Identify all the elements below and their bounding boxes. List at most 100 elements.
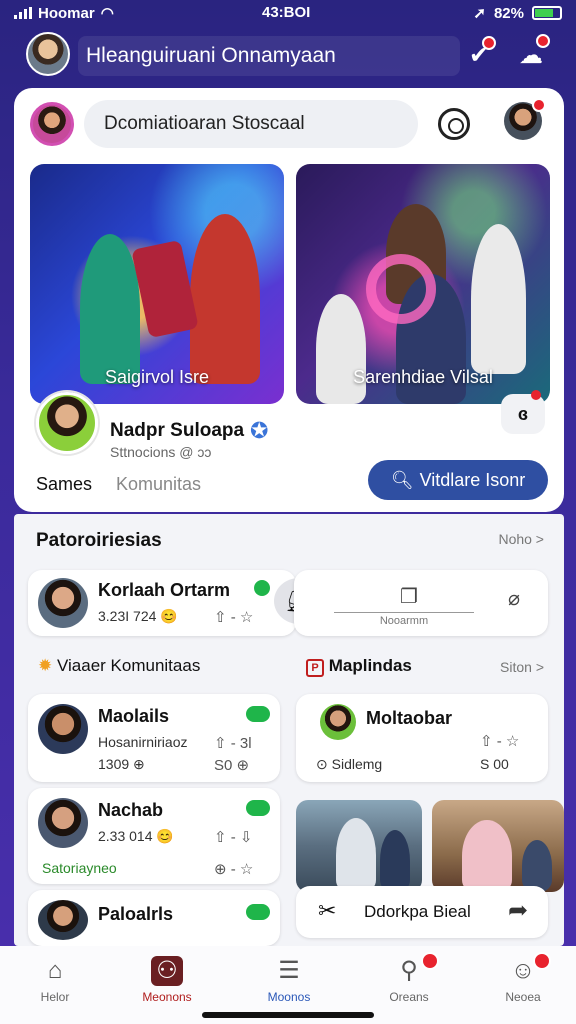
join-button[interactable]: 🔍︎ Vitdlare Isonr: [368, 460, 548, 500]
messages-button[interactable]: ☁: [514, 34, 550, 72]
mapl-heading: P Maplindas: [306, 656, 412, 677]
section-title: Patoroiriesias: [36, 530, 162, 551]
signal-icon: [14, 7, 32, 19]
online-icon: [254, 580, 270, 596]
banner-action-button[interactable]: ɞ: [501, 390, 545, 434]
person-name: Maolails: [98, 706, 170, 726]
avatar: [38, 704, 88, 754]
photo-thumbnail[interactable]: [296, 800, 422, 892]
avatar: [320, 704, 356, 740]
avatar: [38, 578, 88, 628]
notifications-button[interactable]: ✔: [462, 36, 496, 72]
banner-person: [80, 234, 140, 384]
banner-card[interactable]: Sarenhdiae Vilsal: [296, 164, 550, 404]
nav-people[interactable]: ⚲ Oreans: [354, 952, 464, 1004]
main-card: Dcomiatioaran Stoscaal Saigirvol Isre Sa…: [14, 88, 564, 512]
tools-icon: ✂: [318, 898, 337, 923]
notification-badge: [482, 36, 496, 50]
share-label: Ddorkpa Bieal: [364, 902, 471, 921]
photo-person: [462, 820, 512, 892]
community-card[interactable]: Maolails Hosanirniriaoz 1309 ⊕ ⇧ - 3l S0…: [28, 694, 280, 782]
battery-percent: 82%: [493, 4, 524, 22]
wifi-icon: ◠: [100, 5, 114, 22]
header-title[interactable]: Hleanguiruani Onnamyaan: [78, 36, 460, 76]
p-icon: P: [306, 659, 324, 677]
status-pill: [246, 904, 270, 920]
reaction-icons[interactable]: ⇧ - ☆: [480, 732, 519, 750]
profile-avatar[interactable]: [30, 102, 74, 146]
group-avatar[interactable]: [36, 392, 98, 454]
mapl-card[interactable]: Moltaobar ⇧ - ☆ ⊙ Sidlemg S 00: [296, 694, 548, 782]
home-indicator: [202, 1012, 374, 1018]
compass-icon: ⌀: [508, 588, 521, 610]
message-input-card[interactable]: ❐ Nooarmm ⌀: [294, 570, 548, 636]
user-avatar[interactable]: [26, 32, 70, 76]
top-header: Hleanguiruani Onnamyaan ✔ ☁: [0, 32, 576, 78]
community-card[interactable]: Nachab 2.33 014 😊 ⇧ - ⇩ Satoriayneo ⊕ - …: [28, 788, 280, 884]
community-heading: ✹ Viaaer Komunitaas: [38, 656, 201, 675]
nav-documents[interactable]: ☰ Moonos: [234, 956, 344, 1004]
photo-person: [522, 840, 552, 892]
document-icon: ☰: [278, 957, 300, 984]
mapl-more-link[interactable]: Siton >: [500, 659, 544, 675]
reaction-icons[interactable]: ⇧ - 3l: [214, 734, 252, 752]
section-more-link[interactable]: Noho >: [498, 531, 544, 547]
neon-ring-icon: [366, 254, 436, 324]
banner-person: [471, 224, 526, 374]
nav-home[interactable]: ⌂ Helor: [0, 956, 110, 1004]
person-meta: 1309 ⊕: [98, 756, 145, 772]
status-pill: [246, 706, 270, 722]
reaction-icons[interactable]: ⊕ - ☆: [214, 860, 253, 878]
search-icon: 🔍︎: [390, 469, 414, 490]
avatar: [38, 900, 88, 940]
avatar: [38, 798, 88, 848]
person-meta: S 00: [480, 756, 509, 772]
messages-badge: [536, 34, 550, 48]
camera-icon[interactable]: [438, 108, 470, 140]
person-name: Korlaah Ortarm: [98, 580, 231, 600]
banner-badge: [531, 390, 541, 400]
friend-badge: [532, 98, 546, 112]
clock: 43:BOI: [262, 4, 311, 21]
photo-person: [336, 818, 376, 892]
group-subtitle: Sttnocions @ ɔɔ: [110, 444, 212, 460]
carrier-label: Hoomar: [38, 4, 95, 22]
profile-icon: ☺: [507, 952, 551, 986]
featured-person-card[interactable]: Korlaah Ortarm 3.23I 724 😊 ⇧ - ☆: [28, 570, 296, 636]
banner-person: [190, 214, 260, 384]
game-icon: ⚇: [151, 956, 183, 986]
photo-thumbnail[interactable]: [432, 800, 564, 892]
photo-person: [380, 830, 410, 892]
sun-icon: ✹: [38, 656, 53, 675]
person-meta: Satoriayneo: [42, 860, 117, 876]
input-label: Nooarmm: [334, 612, 474, 627]
search-input[interactable]: Dcomiatioaran Stoscaal: [84, 100, 418, 148]
banner-label: Sarenhdiae Vilsal: [353, 367, 493, 387]
group-name: Nadpr Suloapa: [110, 420, 245, 441]
reaction-icons[interactable]: ⇧ - ⇩: [214, 828, 252, 846]
tab-community[interactable]: Komunitas: [116, 474, 201, 495]
home-icon: ⌂: [47, 957, 63, 984]
people-icon: ⚲: [393, 952, 439, 986]
share-bar[interactable]: ✂ Ddorkpa Bieal ➦: [296, 886, 548, 938]
nav-profile[interactable]: ☺ Neoea: [468, 952, 576, 1004]
friend-avatar[interactable]: [504, 98, 546, 140]
verified-icon: ✪: [250, 418, 269, 443]
location-icon: ➚: [473, 5, 486, 22]
community-card[interactable]: Paloalrls: [28, 890, 280, 946]
reaction-icons[interactable]: S0 ⊕: [214, 756, 249, 774]
status-bar: Hoomar ◠ 43:BOI ➚ 82%: [0, 0, 576, 28]
person-meta: Hosanirniriaoz: [98, 734, 188, 750]
tab-games[interactable]: Sames: [36, 474, 92, 495]
reaction-icons[interactable]: ⇧ - ☆: [214, 608, 253, 626]
banner-label: Saigirvol Isre: [104, 367, 210, 387]
person-meta: 3.23I 724 😊: [98, 608, 178, 624]
trophy-icon: [131, 239, 199, 339]
share-icon[interactable]: ➦: [508, 896, 528, 925]
banner-card[interactable]: Saigirvol Isre: [30, 164, 284, 404]
copy-icon: ❐: [400, 586, 418, 608]
nav-games[interactable]: ⚇ Meonons: [112, 956, 222, 1004]
status-pill: [246, 800, 270, 816]
person-name: Nachab: [98, 800, 164, 820]
person-meta: ⊙ Sidlemg: [316, 756, 383, 772]
